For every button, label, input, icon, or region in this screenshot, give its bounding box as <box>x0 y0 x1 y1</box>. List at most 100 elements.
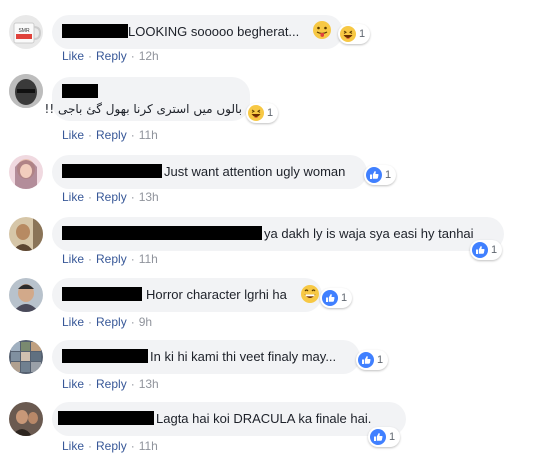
reaction-count[interactable]: 1 <box>470 240 503 260</box>
redacted-name <box>62 24 128 38</box>
comment-bubble: In ki hi kami thi veet finaly may... <box>52 340 360 374</box>
comment-text: Horror character lgrhi ha <box>146 287 287 302</box>
svg-text:SMR: SMR <box>18 28 30 34</box>
like-link[interactable]: Like <box>62 128 84 142</box>
comment-text: Just want attention ugly woman <box>164 164 346 179</box>
comment-text: بالوں میں استری کرنا بھول گئ باجی !! <box>44 102 242 116</box>
reply-link[interactable]: Reply <box>96 49 127 63</box>
comment-actions: Like · Reply · 11h <box>62 439 158 453</box>
comment-bubble: LOOKING sooooo begherat... <box>52 15 343 49</box>
separator: · <box>88 439 93 453</box>
reaction-number: 1 <box>491 244 498 256</box>
grin-emoji-icon <box>300 284 320 309</box>
timestamp[interactable]: 13h <box>139 190 159 204</box>
reaction-count[interactable]: 1 <box>246 103 279 123</box>
separator: · <box>88 49 93 63</box>
reaction-number: 1 <box>377 354 384 366</box>
like-link[interactable]: Like <box>62 49 84 63</box>
comment-actions: Like · Reply · 13h <box>62 190 159 204</box>
timestamp[interactable]: 11h <box>139 252 158 266</box>
timestamp[interactable]: 12h <box>139 49 159 63</box>
like-icon <box>366 167 382 183</box>
like-link[interactable]: Like <box>62 377 84 391</box>
separator: · <box>88 128 93 142</box>
reaction-number: 1 <box>389 431 396 443</box>
comment-actions: Like · Reply · 12h <box>62 49 159 63</box>
like-icon <box>370 429 386 445</box>
comment-actions: Like · Reply · 11h <box>62 252 158 266</box>
like-link[interactable]: Like <box>62 439 84 453</box>
comment-text: ya dakh ly is waja sya easi hy tanhai <box>264 226 474 241</box>
comment-bubble: ya dakh ly is waja sya easi hy tanhai <box>52 217 504 251</box>
person-icon <box>9 74 43 108</box>
redacted-name <box>62 287 142 301</box>
haha-icon <box>340 26 356 42</box>
tongue-emoji-icon <box>312 20 332 45</box>
comment-bubble: Just want attention ugly woman <box>52 155 367 189</box>
comment-actions: Like · Reply · 11h <box>62 128 158 142</box>
reaction-number: 1 <box>359 28 366 40</box>
separator: · <box>88 315 93 329</box>
reaction-count[interactable]: 1 <box>338 24 371 44</box>
reaction-count[interactable]: 1 <box>364 165 397 185</box>
like-link[interactable]: Like <box>62 315 84 329</box>
reaction-count[interactable]: 1 <box>320 288 353 308</box>
mug-icon: SMR <box>13 22 42 44</box>
comment-text: Lagta hai koi DRACULA ka finale hai. <box>156 411 372 426</box>
separator: · <box>130 377 135 391</box>
reaction-count[interactable]: 1 <box>368 427 401 447</box>
timestamp[interactable]: 13h <box>139 377 159 391</box>
reaction-count[interactable]: 1 <box>356 350 389 370</box>
comment-actions: Like · Reply · 9h <box>62 315 152 329</box>
separator: · <box>88 377 93 391</box>
reaction-number: 1 <box>385 169 392 181</box>
person-icon <box>9 155 43 189</box>
reply-link[interactable]: Reply <box>96 190 127 204</box>
redacted-name <box>62 164 162 178</box>
avatar[interactable] <box>9 217 43 251</box>
like-icon <box>358 352 374 368</box>
person-icon <box>9 278 43 312</box>
timestamp[interactable]: 11h <box>139 128 158 142</box>
reaction-number: 1 <box>341 292 348 304</box>
timestamp[interactable]: 11h <box>139 439 158 453</box>
like-icon <box>472 242 488 258</box>
comment-actions: Like · Reply · 13h <box>62 377 159 391</box>
person-icon <box>9 217 43 251</box>
separator: · <box>130 252 135 266</box>
separator: · <box>88 252 93 266</box>
separator: · <box>130 439 135 453</box>
comment-text: In ki hi kami thi veet finaly may... <box>150 349 337 364</box>
avatar[interactable]: SMR <box>9 15 43 49</box>
reply-link[interactable]: Reply <box>96 128 127 142</box>
reaction-number: 1 <box>267 107 274 119</box>
separator: · <box>88 190 93 204</box>
comment-text: LOOKING sooooo begherat... <box>128 24 300 39</box>
comment-bubble: Lagta hai koi DRACULA ka finale hai. <box>52 402 406 436</box>
reply-link[interactable]: Reply <box>96 439 127 453</box>
like-link[interactable]: Like <box>62 190 84 204</box>
reply-link[interactable]: Reply <box>96 252 127 266</box>
like-link[interactable]: Like <box>62 252 84 266</box>
redacted-name <box>62 226 262 240</box>
collage-icon <box>9 340 43 374</box>
comment-bubble: بالوں میں استری کرنا بھول گئ باجی !! <box>45 77 250 121</box>
haha-icon <box>248 105 264 121</box>
timestamp[interactable]: 9h <box>139 315 152 329</box>
avatar[interactable] <box>9 74 43 108</box>
reply-link[interactable]: Reply <box>96 315 127 329</box>
redacted-name <box>62 349 148 363</box>
comment-bubble: Horror character lgrhi ha <box>52 278 322 312</box>
avatar[interactable] <box>9 155 43 189</box>
reply-link[interactable]: Reply <box>96 377 127 391</box>
avatar[interactable] <box>9 278 43 312</box>
avatar[interactable] <box>9 402 43 436</box>
like-icon <box>322 290 338 306</box>
redacted-name <box>62 84 98 98</box>
separator: · <box>130 190 135 204</box>
person-icon <box>9 402 43 436</box>
avatar[interactable] <box>9 340 43 374</box>
redacted-name <box>58 411 154 425</box>
separator: · <box>130 315 135 329</box>
separator: · <box>130 49 135 63</box>
